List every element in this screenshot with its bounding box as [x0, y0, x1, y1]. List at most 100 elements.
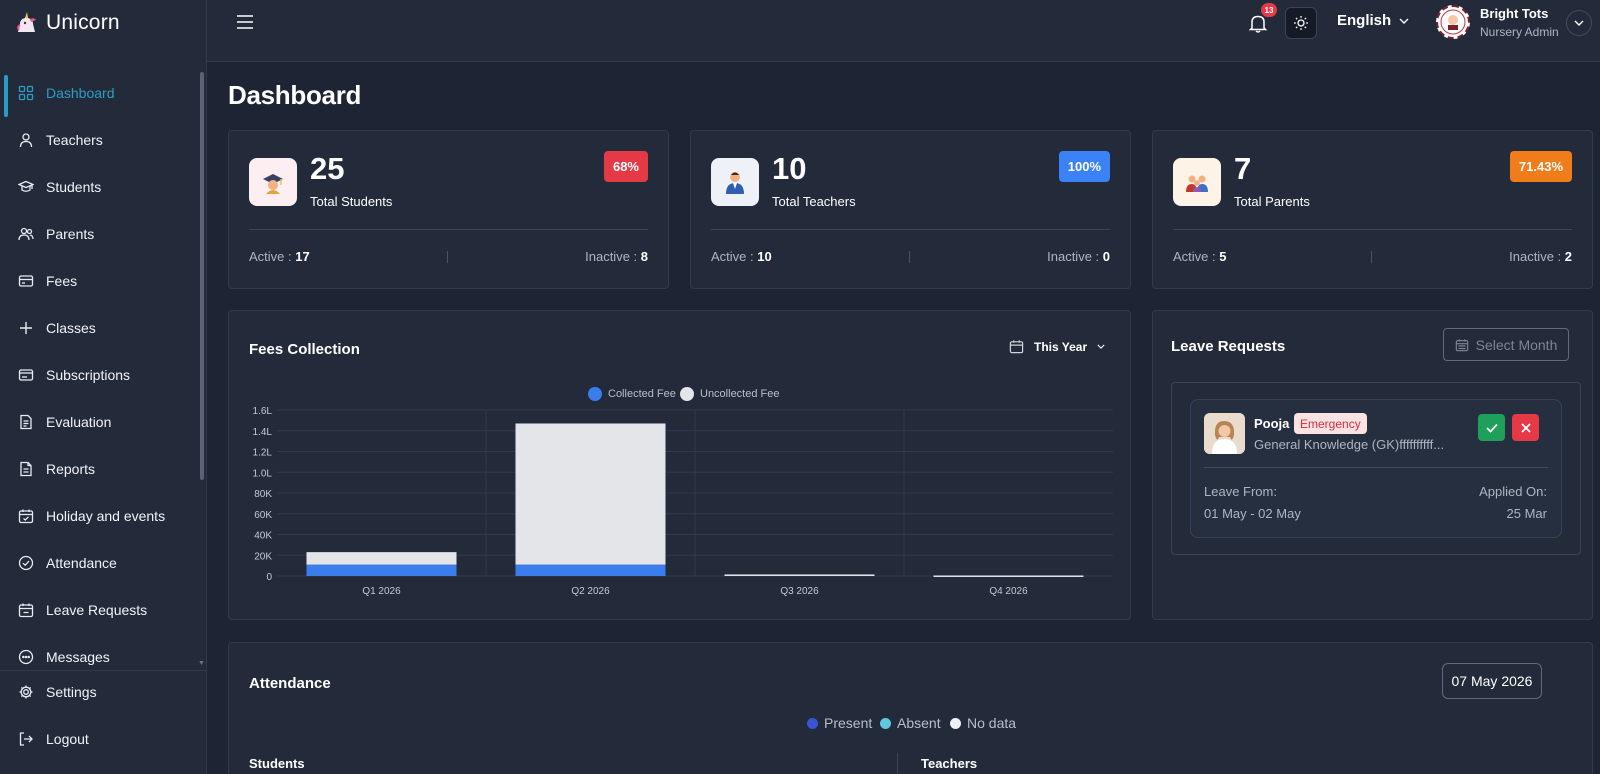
sidebar-item-leave-requests[interactable]: Leave Requests: [0, 589, 200, 631]
chevron-down-icon: [1574, 20, 1584, 26]
sidebar-scrollbar[interactable]: [200, 72, 204, 480]
active-label: Active :: [249, 249, 296, 264]
select-month-button[interactable]: Select Month: [1443, 328, 1569, 361]
hamburger-menu-icon[interactable]: [235, 14, 255, 30]
reject-button[interactable]: [1512, 414, 1539, 441]
legend-absent: Absent: [880, 715, 941, 731]
active-label: Active :: [711, 249, 758, 264]
sidebar-item-attendance[interactable]: Attendance: [0, 542, 200, 584]
sidebar-item-label: Dashboard: [46, 85, 115, 101]
inactive-count: 0: [1102, 249, 1110, 264]
user-role: Nursery Admin: [1480, 25, 1559, 39]
select-month-label: Select Month: [1475, 336, 1558, 353]
clipboard-icon: [20, 414, 32, 430]
sidebar-item-label: Reports: [46, 461, 96, 477]
leave-request-item[interactable]: Pooja Emergency General Knowledge (GK)ff…: [1190, 399, 1562, 538]
sidebar-item-students[interactable]: Students: [0, 166, 200, 208]
attendance-title: Attendance: [249, 675, 331, 692]
sidebar-item-label: Parents: [46, 226, 95, 242]
teacher-icon: [711, 158, 759, 206]
stat-value: 7: [1234, 151, 1252, 186]
theme-toggle-button[interactable]: [1285, 7, 1317, 39]
leave-type-badge: Emergency: [1294, 413, 1367, 434]
inactive-count: 2: [1564, 249, 1572, 264]
divider: [909, 251, 910, 263]
sidebar-item-classes[interactable]: Classes: [0, 307, 200, 349]
sidebar-item-label: Logout: [46, 731, 89, 747]
active-count: 17: [295, 249, 310, 264]
attendance-date-picker[interactable]: 07 May 2026: [1442, 663, 1542, 699]
legend-label: Absent: [897, 715, 941, 731]
stat-active: Active : 17: [249, 249, 310, 264]
graduation-cap-icon: [18, 180, 34, 192]
sidebar-item-settings[interactable]: Settings: [0, 671, 200, 713]
divider: [249, 229, 648, 230]
divider: [447, 251, 448, 263]
legend-present: Present: [807, 715, 872, 731]
user-menu-button[interactable]: [1566, 10, 1592, 36]
document-icon: [20, 461, 32, 477]
fees-bar-chart: 0 20K 40K 60K 80K 1.0L 1.2L 1.4L 1.6L Q1 2026 Q2 2…: [253, 406, 1113, 597]
stat-value: 10: [772, 151, 807, 186]
bar-uncollected-fee: [515, 423, 666, 565]
app-logo[interactable]: Unicorn: [14, 8, 120, 38]
divider: [897, 753, 898, 774]
scroll-down-icon[interactable]: ▼: [198, 660, 205, 667]
fees-collection-card: Fees Collection This Year Collected Fee …: [228, 310, 1131, 620]
unicorn-icon: [17, 12, 36, 32]
inactive-count: 8: [640, 249, 648, 264]
card-icon: [18, 369, 34, 381]
x-tick-label: Q2 2026: [571, 586, 610, 597]
sidebar-item-logout[interactable]: Logout: [0, 718, 200, 760]
plus-icon: [20, 322, 32, 334]
legend-label: Present: [824, 715, 873, 731]
sidebar-item-messages[interactable]: Messages: [0, 636, 200, 670]
sidebar-item-subscriptions[interactable]: Subscriptions: [0, 354, 200, 396]
gear-icon: [19, 685, 33, 699]
leave-title: Leave Requests: [1171, 338, 1286, 355]
y-tick-label: 40K: [254, 531, 272, 542]
user-avatar[interactable]: [1436, 5, 1470, 39]
sidebar-item-label: Holiday and events: [46, 508, 166, 524]
sidebar-item-parents[interactable]: Parents: [0, 213, 200, 255]
y-tick-label: 60K: [254, 510, 272, 521]
sidebar-item-label: Leave Requests: [46, 602, 148, 618]
topbar: 13 English Bright Tots Nursery Admin: [207, 0, 1600, 62]
bar-uncollected-fee: [724, 574, 875, 576]
chevron-down-icon: [1399, 18, 1409, 24]
language-label: English: [1337, 12, 1392, 29]
sidebar-item-label: Settings: [46, 684, 97, 700]
language-selector[interactable]: English: [1337, 12, 1409, 29]
stat-badge: 68%: [603, 151, 648, 182]
approve-button[interactable]: [1478, 414, 1505, 441]
leave-from-value: 01 May - 02 May: [1204, 506, 1301, 521]
stat-inactive: Inactive : 0: [1047, 249, 1110, 264]
divider: [1173, 229, 1572, 230]
y-tick-label: 1.4L: [253, 427, 273, 438]
y-tick-label: 20K: [254, 551, 272, 562]
sidebar-item-holiday-and-events[interactable]: Holiday and events: [0, 495, 200, 537]
requester-avatar: [1204, 413, 1245, 454]
school-logo-icon: [1440, 9, 1466, 35]
y-tick-label: 1.6L: [253, 406, 273, 417]
logout-icon: [19, 732, 33, 746]
sidebar-item-label: Classes: [46, 320, 96, 336]
sidebar-item-dashboard[interactable]: Dashboard: [0, 72, 200, 114]
message-icon: [18, 649, 34, 665]
leave-list: Pooja Emergency General Knowledge (GK)ff…: [1171, 382, 1581, 555]
sidebar-item-label: Fees: [46, 273, 78, 289]
check-circle-icon: [18, 555, 34, 571]
stat-label: Total Teachers: [772, 194, 856, 209]
notification-badge: 13: [1261, 3, 1277, 17]
y-tick-label: 1.2L: [253, 448, 273, 459]
sidebar-item-evaluation[interactable]: Evaluation: [0, 401, 200, 443]
inactive-label: Inactive :: [1509, 249, 1565, 264]
sidebar-item-fees[interactable]: Fees: [0, 260, 200, 302]
sidebar-item-label: Teachers: [46, 132, 103, 148]
sidebar-item-reports[interactable]: Reports: [0, 448, 200, 490]
sidebar-item-label: Subscriptions: [46, 367, 131, 383]
stat-label: Total Parents: [1234, 194, 1310, 209]
divider: [1371, 251, 1372, 263]
sidebar-item-teachers[interactable]: Teachers: [0, 119, 200, 161]
leave-description: General Knowledge (GK)ffffffffff...: [1254, 437, 1445, 452]
